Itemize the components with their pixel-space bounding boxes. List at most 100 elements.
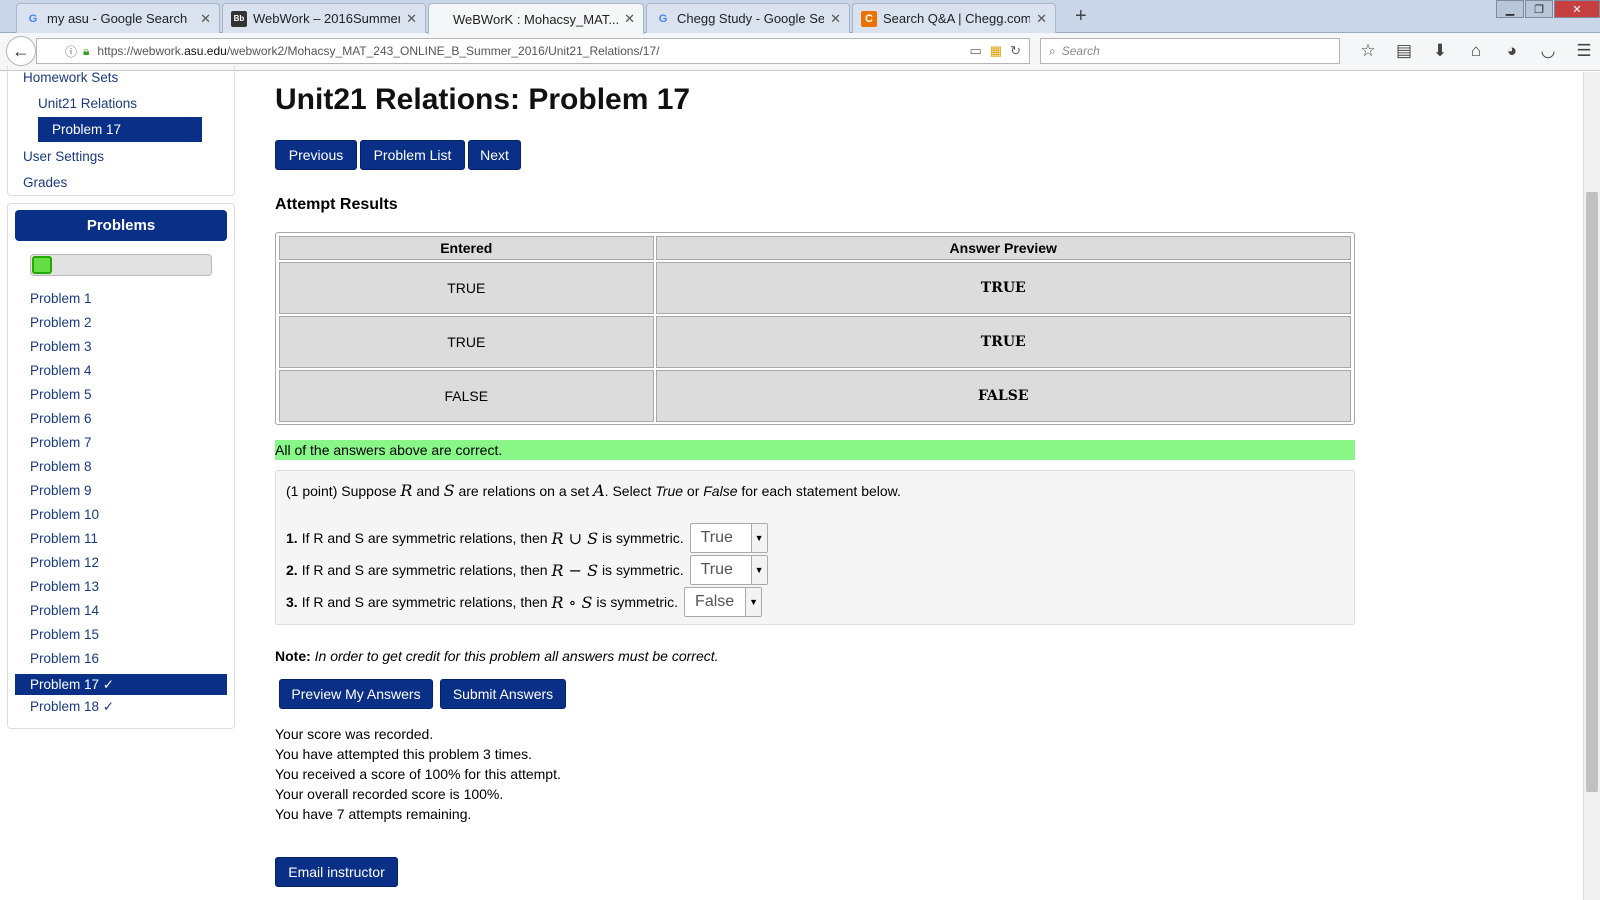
- email-instructor-button[interactable]: Email instructor: [275, 857, 398, 887]
- table-row: TRUE TRUE: [279, 316, 1351, 368]
- home-icon[interactable]: ⌂: [1458, 41, 1494, 61]
- url-bar[interactable]: ⓘ 🔒︎ https://webwork.asu.edu/webwork2/Mo…: [36, 38, 1030, 64]
- answer-select-1[interactable]: True ▼: [689, 523, 768, 553]
- browser-tab[interactable]: G my asu - Google Search ✕: [16, 3, 220, 33]
- question-3: 3. If R and S are symmetric relations, t…: [286, 587, 763, 617]
- submit-answers-button[interactable]: Submit Answers: [440, 679, 566, 709]
- preview-answers-button[interactable]: Preview My Answers: [279, 679, 433, 709]
- problem-list-item[interactable]: Problem 8: [30, 459, 92, 474]
- answer-select-2[interactable]: True ▼: [689, 555, 768, 585]
- problem-list-item[interactable]: Problem 13: [30, 579, 99, 594]
- grades-link[interactable]: Grades: [23, 175, 67, 190]
- problem-list-item[interactable]: Problem 7: [30, 435, 92, 450]
- google-icon: G: [658, 12, 668, 25]
- preview-cell: FALSE: [655, 370, 1351, 422]
- column-header-preview: Answer Preview: [655, 236, 1351, 260]
- browser-tab[interactable]: G Chegg Study - Google Sear... ✕: [646, 3, 850, 33]
- problem-list-item[interactable]: Problem 5: [30, 387, 92, 402]
- entered-cell: FALSE: [279, 370, 654, 422]
- blackboard-icon: Bb: [231, 10, 247, 27]
- problem-list-item-active[interactable]: Problem 17 ✓: [15, 674, 227, 695]
- info-icon[interactable]: ⓘ: [65, 43, 77, 60]
- problem-list-button[interactable]: Problem List: [360, 140, 465, 170]
- problem-list-item[interactable]: Problem 16: [30, 651, 99, 666]
- browser-tab-active[interactable]: WeBWorK : Mohacsy_MAT... ✕: [428, 3, 644, 34]
- download-icon[interactable]: ⬇: [1422, 41, 1458, 61]
- pocket-icon[interactable]: ◡: [1530, 41, 1566, 61]
- problem-list-item[interactable]: Problem 1: [30, 291, 92, 306]
- close-tab-icon[interactable]: ✕: [406, 11, 417, 27]
- maximize-icon[interactable]: ❐: [1525, 0, 1553, 18]
- homework-sets-link[interactable]: Homework Sets: [23, 70, 118, 85]
- dropdown-arrow-icon: ▼: [745, 588, 762, 616]
- correct-answers-banner: All of the answers above are correct.: [275, 440, 1355, 460]
- problem-list-item[interactable]: Problem 9: [30, 483, 92, 498]
- table-row: TRUE TRUE: [279, 262, 1351, 314]
- back-arrow-icon[interactable]: ←: [6, 36, 36, 66]
- chat-icon[interactable]: ◕: [1494, 41, 1530, 61]
- set-link-unit21[interactable]: Unit21 Relations: [38, 96, 137, 111]
- reload-icon[interactable]: ↻: [1010, 43, 1021, 59]
- credit-note: Note: In order to get credit for this pr…: [275, 648, 719, 664]
- score-message: Your score was recorded.: [275, 726, 434, 742]
- attempt-results-heading: Attempt Results: [275, 196, 398, 213]
- tab-title: my asu - Google Search: [47, 11, 188, 26]
- dropdown-arrow-icon: ▼: [750, 556, 767, 584]
- close-tab-icon[interactable]: ✕: [1036, 11, 1047, 27]
- lock-icon: 🔒︎: [83, 43, 90, 58]
- navigation-bar: ← ⓘ 🔒︎ https://webwork.asu.edu/webwork2/…: [0, 33, 1600, 71]
- close-tab-icon[interactable]: ✕: [830, 11, 841, 27]
- reading-list-icon[interactable]: ▤: [1386, 41, 1422, 61]
- scrollbar[interactable]: [1583, 72, 1600, 900]
- bookmark-star-icon[interactable]: ☆: [1350, 41, 1386, 61]
- search-input[interactable]: ⌕ Search: [1040, 38, 1340, 64]
- user-settings-link[interactable]: User Settings: [23, 149, 104, 164]
- score-message: Your overall recorded score is 100%.: [275, 786, 504, 802]
- tab-title: Chegg Study - Google Sear...: [677, 11, 825, 26]
- problem-list-item[interactable]: Problem 3: [30, 339, 92, 354]
- extension-icon[interactable]: ▦: [990, 43, 1002, 59]
- previous-button[interactable]: Previous: [275, 140, 357, 170]
- preview-cell: TRUE: [655, 262, 1351, 314]
- close-tab-icon[interactable]: ✕: [624, 11, 635, 27]
- minimize-icon[interactable]: ▁: [1496, 0, 1524, 18]
- close-tab-icon[interactable]: ✕: [200, 11, 211, 27]
- score-message: You have 7 attempts remaining.: [275, 806, 472, 822]
- menu-icon[interactable]: ☰: [1566, 41, 1600, 61]
- problems-heading: Problems: [15, 210, 227, 241]
- close-window-icon[interactable]: ✕: [1554, 0, 1600, 18]
- google-icon: G: [28, 12, 38, 25]
- question-2: 2. If R and S are symmetric relations, t…: [286, 555, 768, 585]
- tab-bar: G my asu - Google Search ✕ Bb WebWork – …: [0, 0, 1600, 34]
- toolbar-icons: ☆ ▤ ⬇ ⌂ ◕ ◡ ☰: [1350, 41, 1600, 61]
- current-problem-link[interactable]: Problem 17: [38, 117, 202, 142]
- problem-list-item[interactable]: Problem 6: [30, 411, 92, 426]
- page-title: Unit21 Relations: Problem 17: [275, 83, 691, 116]
- reader-view-icon[interactable]: ▭: [970, 43, 982, 59]
- browser-tab[interactable]: C Search Q&A | Chegg.com ✕: [852, 3, 1056, 33]
- problem-list-item[interactable]: Problem 4: [30, 363, 92, 378]
- window-controls: ▁ ❐ ✕: [1495, 0, 1600, 18]
- scrollbar-thumb[interactable]: [1586, 192, 1598, 792]
- problem-list-item[interactable]: Problem 11: [30, 531, 98, 546]
- problem-list-item[interactable]: Problem 2: [30, 315, 92, 330]
- score-message: You received a score of 100% for this at…: [275, 766, 561, 782]
- problem-list-item[interactable]: Problem 10: [30, 507, 99, 522]
- problem-list-item[interactable]: Problem 18 ✓: [30, 699, 114, 715]
- dropdown-arrow-icon: ▼: [750, 524, 767, 552]
- problem-list-item[interactable]: Problem 12: [30, 555, 99, 570]
- problem-list-item[interactable]: Problem 14: [30, 603, 99, 618]
- next-button[interactable]: Next: [468, 140, 521, 170]
- entered-cell: TRUE: [279, 316, 654, 368]
- url-text[interactable]: https://webwork.asu.edu/webwork2/Mohacsy…: [97, 44, 969, 58]
- tab-title: WeBWorK : Mohacsy_MAT...: [453, 11, 619, 27]
- problem-list-item[interactable]: Problem 15: [30, 627, 99, 642]
- answer-select-3[interactable]: False ▼: [684, 587, 763, 617]
- score-message: You have attempted this problem 3 times.: [275, 746, 533, 762]
- chegg-icon: C: [861, 10, 877, 27]
- browser-tab[interactable]: Bb WebWork – 2016SummerB... ✕: [222, 3, 426, 33]
- column-header-entered: Entered: [279, 236, 654, 260]
- new-tab-icon[interactable]: +: [1075, 5, 1087, 28]
- table-row: FALSE FALSE: [279, 370, 1351, 422]
- tab-title: Search Q&A | Chegg.com: [883, 11, 1031, 26]
